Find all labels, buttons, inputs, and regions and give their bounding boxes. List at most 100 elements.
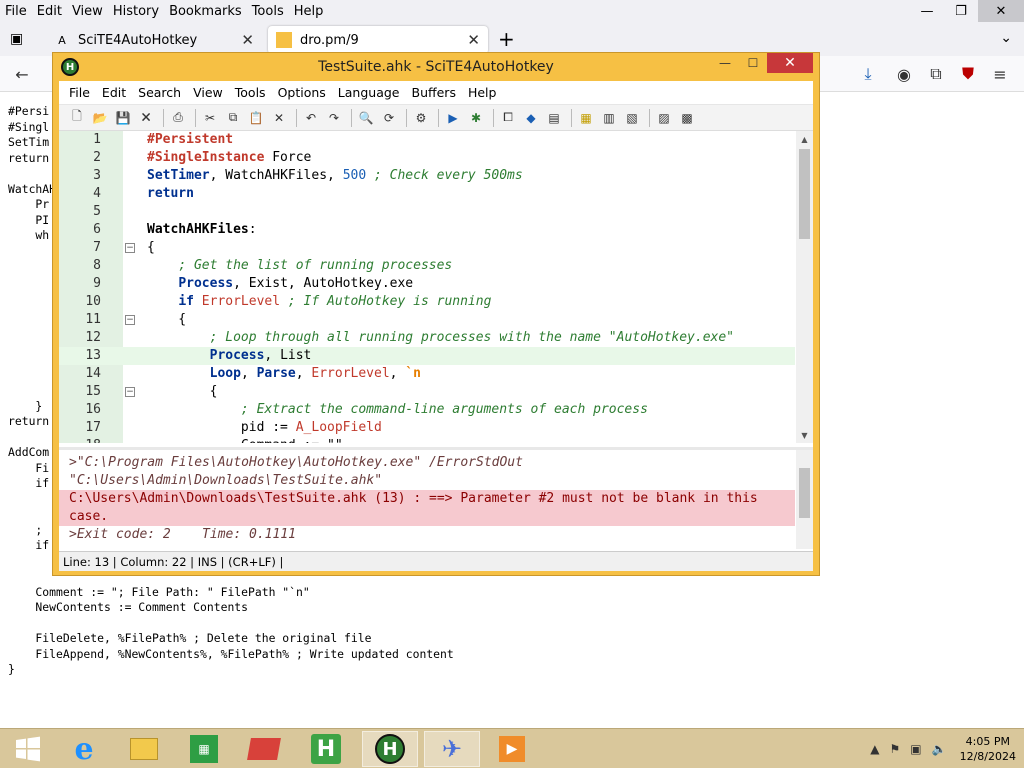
scrollbar-thumb[interactable] [799,149,810,239]
taskbar-ahk[interactable]: H [298,731,354,767]
output-scrollbar[interactable] [796,450,813,549]
open-icon[interactable]: 📂 [90,109,110,127]
ff-menu-help[interactable]: Help [289,4,329,19]
code-line[interactable]: 10 if ErrorLevel ; If AutoHotkey is runn… [59,293,795,311]
paste-icon[interactable]: 📋 [246,109,266,127]
notes-icon[interactable]: ▦ [576,109,596,127]
minimize-icon[interactable]: — [910,0,944,22]
menu-language[interactable]: Language [332,85,406,100]
download-icon[interactable]: ⤓ [856,62,880,86]
code-editor[interactable]: 1 #Persistent 2 #SingleInstance Force 3 SetTi… [59,131,813,443]
account-icon[interactable]: ◉ [892,62,916,86]
compile-icon[interactable]: ⚙ [411,109,431,127]
code-line[interactable]: 6 WatchAHKFiles: [59,221,795,239]
taskbar-media[interactable]: ▶ [484,731,540,767]
taskbar-ie[interactable]: e [56,731,112,767]
tray-flag-icon[interactable]: ⚑ [890,742,901,756]
code-line[interactable]: 12 ; Loop through all running processes … [59,329,795,347]
ff-menu-edit[interactable]: Edit [32,4,67,19]
code-line[interactable]: 2 #SingleInstance Force [59,149,795,167]
close-file-icon[interactable]: 🗙 [136,109,156,127]
close-icon[interactable]: ✕ [978,0,1024,22]
menu-edit[interactable]: Edit [96,85,132,100]
tray-volume-icon[interactable]: 🔈 [932,742,947,756]
taskbar-store[interactable]: ▦ [176,731,232,767]
taskbar-explorer[interactable] [116,731,172,767]
ublock-icon[interactable]: ⛊ [956,62,980,86]
code-line[interactable]: 3 SetTimer, WatchAHKFiles, 500 ; Check ev… [59,167,795,185]
tray-chevron-icon[interactable]: ▲ [870,742,879,756]
window-spy-icon[interactable]: ⧠ [498,109,518,127]
menu-tools[interactable]: Tools [229,85,272,100]
code-line[interactable]: 16 ; Extract the command-line arguments … [59,401,795,419]
tab-dropm[interactable]: dro.pm/9 ✕ [268,26,488,54]
extensions-icon[interactable]: ⧉ [924,62,948,86]
taskbar-scite[interactable]: H [362,731,418,767]
maximize-icon[interactable]: ☐ [739,53,767,73]
new-file-icon[interactable]: 🗋 [67,109,87,127]
ff-menu-bookmarks[interactable]: Bookmarks [164,4,247,19]
chevron-down-icon[interactable]: ⌄ [1000,30,1012,46]
output-pane-icon[interactable]: ▤ [544,109,564,127]
code-line[interactable]: 8 ; Get the list of running processes [59,257,795,275]
tool2-icon[interactable]: ▧ [622,109,642,127]
tool4-icon[interactable]: ▩ [677,109,697,127]
menu-icon[interactable]: ≡ [988,62,1012,86]
tab-close-icon[interactable]: ✕ [467,31,480,49]
tool3-icon[interactable]: ▨ [654,109,674,127]
menu-buffers[interactable]: Buffers [406,85,462,100]
redo-icon[interactable]: ↷ [324,109,344,127]
back-icon[interactable]: ← [10,62,34,86]
fold-toggle-icon[interactable]: − [125,387,135,397]
code-line[interactable]: 15 { [59,383,795,401]
new-tab-icon[interactable]: + [498,27,515,51]
tab-close-icon[interactable]: ✕ [241,31,254,49]
save-icon[interactable]: 💾 [113,109,133,127]
code-line[interactable]: 5 [59,203,795,221]
menu-options[interactable]: Options [272,85,332,100]
output-pane[interactable]: >"C:\Program Files\AutoHotkey\AutoHotkey… [59,447,813,549]
tray-network-icon[interactable]: ▣ [910,742,921,756]
undo-icon[interactable]: ↶ [301,109,321,127]
ff-menu-view[interactable]: View [67,4,108,19]
run-icon[interactable]: ▶ [443,109,463,127]
code-line[interactable]: 4 return [59,185,795,203]
debug-icon[interactable]: ✱ [466,109,486,127]
code-line[interactable]: 18 Command := "" [59,437,795,443]
print-icon[interactable]: ⎙ [168,109,188,127]
replace-icon[interactable]: ⟳ [379,109,399,127]
help-cube-icon[interactable]: ◆ [521,109,541,127]
taskbar-app-red[interactable] [236,731,292,767]
ff-menu-history[interactable]: History [108,4,164,19]
copy-icon[interactable]: ⧉ [223,109,243,127]
fold-toggle-icon[interactable]: − [125,243,135,253]
code-line[interactable]: 11 { [59,311,795,329]
taskbar-app-blue[interactable]: ✈ [424,731,480,767]
scrollbar-thumb[interactable] [799,468,810,518]
menu-help[interactable]: Help [462,85,503,100]
menu-view[interactable]: View [187,85,229,100]
menu-search[interactable]: Search [132,85,187,100]
editor-scrollbar[interactable]: ▲ ▼ [796,131,813,443]
code-line[interactable]: 9 Process, Exist, AutoHotkey.exe [59,275,795,293]
scroll-up-icon[interactable]: ▲ [796,131,813,147]
code-line[interactable]: 14 Loop, Parse, ErrorLevel, `n [59,365,795,383]
code-line[interactable]: 13 Process, List [59,347,795,365]
minimize-icon[interactable]: — [711,53,739,73]
menu-file[interactable]: File [63,85,96,100]
find-icon[interactable]: 🔍 [356,109,376,127]
start-button[interactable] [0,731,56,767]
cut-icon[interactable]: ✂ [200,109,220,127]
tab-list-icon[interactable]: ▣ [10,31,23,47]
scroll-down-icon[interactable]: ▼ [796,427,813,443]
ff-menu-file[interactable]: File [0,4,32,19]
delete-icon[interactable]: ✕ [269,109,289,127]
clock[interactable]: 4:05 PM 12/8/2024 [960,734,1016,764]
fold-toggle-icon[interactable]: − [125,315,135,325]
close-icon[interactable]: ✕ [767,53,813,73]
ff-menu-tools[interactable]: Tools [247,4,289,19]
tab-scite[interactable]: A SciTE4AutoHotkey ✕ [46,26,262,54]
code-line[interactable]: 17 pid := A_LoopField [59,419,795,437]
tool1-icon[interactable]: ▥ [599,109,619,127]
restore-icon[interactable]: ❐ [944,0,978,22]
